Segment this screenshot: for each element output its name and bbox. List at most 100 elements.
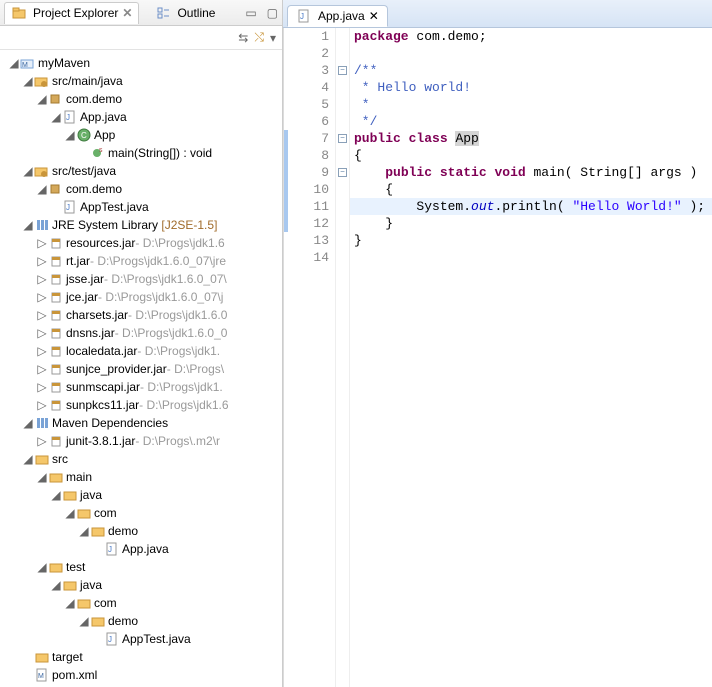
tree-project[interactable]: ◢MmyMaven — [4, 54, 282, 72]
svg-text:C: C — [81, 131, 87, 140]
jar-icon — [48, 325, 64, 341]
tree-file[interactable]: JAppTest.java — [4, 630, 282, 648]
tree-folder[interactable]: ◢src — [4, 450, 282, 468]
tree-folder[interactable]: ◢demo — [4, 522, 282, 540]
package-explorer-icon — [11, 5, 27, 21]
tree-jar[interactable]: ▷localedata.jar - D:\Progs\jdk1. — [4, 342, 282, 360]
svg-text:s: s — [99, 147, 103, 154]
tree-jar[interactable]: ▷resources.jar - D:\Progs\jdk1.6 — [4, 234, 282, 252]
java-file-icon: J — [62, 199, 78, 215]
tab-label: App.java — [318, 9, 365, 23]
jar-icon — [48, 307, 64, 323]
tree-src-main[interactable]: ◢src/main/java — [4, 72, 282, 90]
jar-icon — [48, 343, 64, 359]
view-tab-bar: Project Explorer ✕ Outline ▭ ▢ — [0, 0, 282, 26]
tree-folder[interactable]: ◢test — [4, 558, 282, 576]
editor-tab[interactable]: J App.java ✕ — [287, 5, 388, 27]
editor-tab-bar: J App.java ✕ — [283, 0, 712, 28]
xml-file-icon: M — [34, 667, 50, 683]
svg-text:J: J — [300, 12, 304, 21]
source-folder-icon — [34, 163, 50, 179]
jar-icon — [48, 235, 64, 251]
tree-folder[interactable]: target — [4, 648, 282, 666]
svg-text:M: M — [22, 62, 28, 69]
jar-icon — [48, 361, 64, 377]
link-icon[interactable]: ⤭ — [254, 30, 264, 45]
line-numbers: 1234567891011121314 — [302, 28, 336, 687]
tree-file[interactable]: JApp.java — [4, 540, 282, 558]
project-explorer-tab[interactable]: Project Explorer ✕ — [4, 2, 139, 24]
collapse-icon[interactable]: ⇆ — [238, 31, 248, 45]
tree-jar[interactable]: ▷jce.jar - D:\Progs\jdk1.6.0_07\j — [4, 288, 282, 306]
folder-open-icon — [48, 559, 64, 575]
tree-file[interactable]: ◢JApp.java — [4, 108, 282, 126]
svg-text:J: J — [108, 545, 112, 554]
tree-file[interactable]: JAppTest.java — [4, 198, 282, 216]
tree-jar[interactable]: ▷junit-3.8.1.jar - D:\Progs\.m2\r — [4, 432, 282, 450]
svg-text:M: M — [38, 673, 44, 680]
library-icon — [34, 415, 50, 431]
tree-jar[interactable]: ▷sunpkcs11.jar - D:\Progs\jdk1.6 — [4, 396, 282, 414]
fold-icon[interactable]: − — [338, 66, 347, 75]
folder-open-icon — [62, 577, 78, 593]
folder-open-icon — [76, 595, 92, 611]
folder-open-icon — [48, 469, 64, 485]
class-icon: C — [76, 127, 92, 143]
tree-pom[interactable]: Mpom.xml — [4, 666, 282, 684]
package-icon — [48, 181, 64, 197]
jar-icon — [48, 397, 64, 413]
tree-src-test[interactable]: ◢src/test/java — [4, 162, 282, 180]
tree-folder[interactable]: ◢java — [4, 576, 282, 594]
close-icon[interactable]: ✕ — [369, 9, 379, 23]
tree-jar[interactable]: ▷jsse.jar - D:\Progs\jdk1.6.0_07\ — [4, 270, 282, 288]
svg-text:J: J — [108, 635, 112, 644]
marker-column — [284, 28, 302, 687]
tree-folder[interactable]: ◢java — [4, 486, 282, 504]
folder-open-icon — [90, 523, 106, 539]
method-icon: s — [90, 145, 106, 161]
code-area[interactable]: package com.demo; /** * Hello world! * *… — [350, 28, 712, 687]
svg-text:J: J — [66, 113, 70, 122]
tree-folder[interactable]: ◢com — [4, 504, 282, 522]
java-file-icon: J — [104, 541, 120, 557]
project-tree[interactable]: ◢MmyMaven ◢src/main/java ◢com.demo ◢JApp… — [0, 50, 282, 687]
source-folder-icon — [34, 73, 50, 89]
menu-icon[interactable]: ▾ — [270, 31, 276, 45]
folder-open-icon — [90, 613, 106, 629]
maven-project-icon: M — [20, 55, 36, 71]
java-file-icon: J — [62, 109, 78, 125]
tree-folder[interactable]: ◢main — [4, 468, 282, 486]
tree-package[interactable]: ◢com.demo — [4, 180, 282, 198]
tree-jar[interactable]: ▷charsets.jar - D:\Progs\jdk1.6.0 — [4, 306, 282, 324]
tree-class[interactable]: ◢CApp — [4, 126, 282, 144]
tree-folder[interactable]: ◢com — [4, 594, 282, 612]
fold-icon[interactable]: − — [338, 168, 347, 177]
maximize-icon[interactable]: ▢ — [267, 6, 278, 20]
tree-jar[interactable]: ▷rt.jar - D:\Progs\jdk1.6.0_07\jre — [4, 252, 282, 270]
close-icon[interactable]: ✕ — [122, 6, 132, 20]
jar-icon — [48, 289, 64, 305]
tree-jar[interactable]: ▷sunmscapi.jar - D:\Progs\jdk1. — [4, 378, 282, 396]
tree-jar[interactable]: ▷sunjce_provider.jar - D:\Progs\ — [4, 360, 282, 378]
jar-icon — [48, 379, 64, 395]
tree-package[interactable]: ◢com.demo — [4, 90, 282, 108]
outline-icon — [155, 5, 171, 21]
outline-tab[interactable]: Outline — [149, 3, 221, 23]
tree-jre[interactable]: ◢JRE System Library [J2SE-1.5] — [4, 216, 282, 234]
explorer-toolbar: ⇆ ⤭ ▾ — [0, 26, 282, 50]
tab-label: Project Explorer — [33, 6, 118, 20]
folder-icon — [34, 649, 50, 665]
tree-folder[interactable]: ◢demo — [4, 612, 282, 630]
minimize-icon[interactable]: ▭ — [245, 6, 256, 20]
tree-maven-dep[interactable]: ◢Maven Dependencies — [4, 414, 282, 432]
tree-method[interactable]: smain(String[]) : void — [4, 144, 282, 162]
svg-text:J: J — [66, 203, 70, 212]
folder-open-icon — [34, 451, 50, 467]
java-file-icon: J — [104, 631, 120, 647]
java-file-icon: J — [296, 8, 312, 24]
code-editor[interactable]: 1234567891011121314 − − − package com.de… — [283, 28, 712, 687]
fold-icon[interactable]: − — [338, 134, 347, 143]
fold-column[interactable]: − − − — [336, 28, 350, 687]
tree-jar[interactable]: ▷dnsns.jar - D:\Progs\jdk1.6.0_0 — [4, 324, 282, 342]
jar-icon — [48, 253, 64, 269]
